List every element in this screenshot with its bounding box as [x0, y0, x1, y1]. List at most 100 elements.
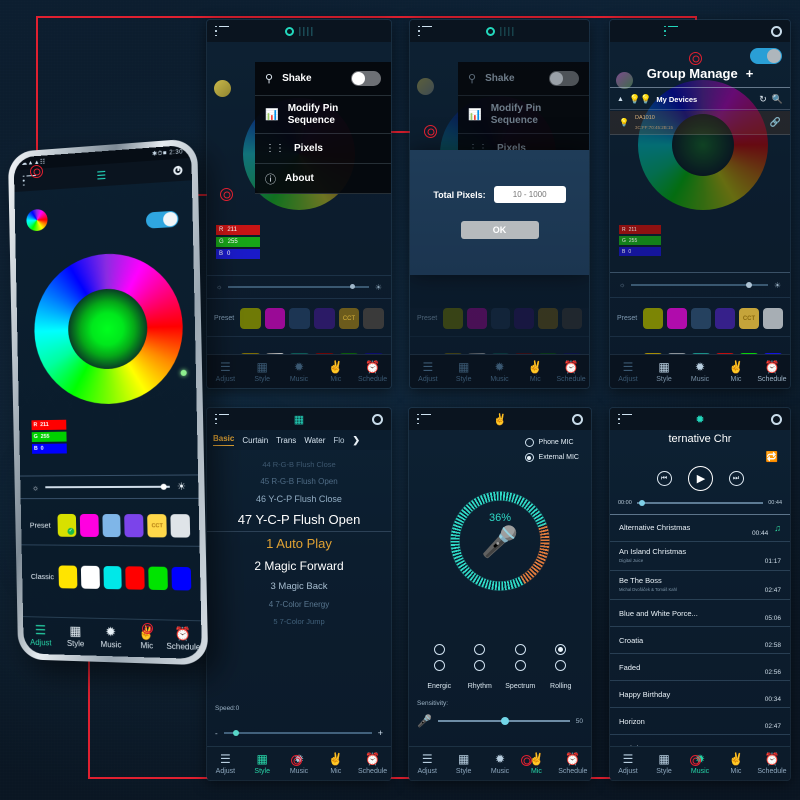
nav-schedule[interactable]: ⏰ Schedule: [754, 753, 790, 775]
track-row[interactable]: Croatia 02:58: [610, 627, 790, 654]
track-row[interactable]: Alternative Christmas 00:44 ♫: [610, 515, 790, 542]
brightness-slider-row[interactable]: ☼ ☀: [207, 275, 391, 299]
nav-adjust[interactable]: ☰ Adjust: [410, 361, 446, 383]
next-button[interactable]: ⏭: [728, 471, 744, 486]
preset-swatch[interactable]: [363, 308, 385, 329]
style-list-item-selected[interactable]: 47 Y-C-P Flush Open: [207, 508, 391, 532]
panel-group-manage[interactable]: Group Manage + ▲ 💡💡 My Devices ↻ 🔍 💡 DA1…: [610, 20, 790, 388]
menu-item-modify-pin-sequence[interactable]: 📊 Modify Pin Sequence: [255, 96, 391, 134]
menu-dropdown[interactable]: ⚲ Shake 📊 Modify Pin Sequence ⋮⋮ Pixels …: [255, 62, 391, 194]
preset-swatch[interactable]: [562, 308, 582, 329]
bottom-nav[interactable]: ☰ Adjust ▦ Style ✹ Music ✌ Mic ⏰ Schedule: [23, 616, 202, 660]
nav-adjust[interactable]: ☰ Adjust: [207, 753, 244, 775]
panel-music[interactable]: ✹ ternative Chr 🔁 ⏮ ▶ ⏭ 00:00 00:44 Alte…: [610, 408, 790, 780]
tab-basic[interactable]: Basic: [213, 434, 235, 446]
preset-swatch[interactable]: [443, 308, 463, 329]
classic-swatch[interactable]: [171, 566, 192, 591]
mic-mode-energic[interactable]: Energic: [419, 644, 460, 693]
preset-swatch-cct[interactable]: CCT: [147, 514, 167, 538]
tab-trans[interactable]: Trans: [276, 436, 296, 445]
track-row[interactable]: Be The Boss Michal Dvořáček & Tomáš Kahl…: [610, 571, 790, 600]
speed-slider-row[interactable]: - +: [215, 728, 383, 738]
nav-mic[interactable]: ✌ Mic: [718, 753, 754, 775]
nav-schedule[interactable]: ⏰ Schedule: [354, 753, 391, 775]
style-list-item[interactable]: 3 Magic Back: [207, 577, 391, 596]
hamburger-icon[interactable]: [417, 413, 431, 425]
tab-water[interactable]: Water: [304, 436, 325, 445]
ok-button[interactable]: OK: [460, 221, 539, 239]
sensitivity-slider-track[interactable]: [437, 717, 570, 725]
radio-icon[interactable]: [555, 660, 567, 671]
sensitivity-slider-row[interactable]: 🎤 50: [417, 714, 583, 728]
nav-mic[interactable]: ✌ Mic: [317, 361, 354, 383]
preset-swatch[interactable]: [264, 308, 286, 329]
nav-mic[interactable]: ✌ Mic: [718, 361, 754, 383]
nav-music[interactable]: ✹ Music: [482, 361, 518, 383]
nav-style[interactable]: ▦ Style: [646, 753, 682, 775]
preset-swatch[interactable]: [79, 513, 99, 537]
style-list-item-highlight[interactable]: 1 Auto Play: [207, 532, 391, 555]
nav-adjust[interactable]: ☰ Adjust: [207, 361, 244, 383]
play-button[interactable]: ▶: [687, 466, 713, 491]
gear-icon[interactable]: [372, 413, 383, 425]
speed-slider-thumb[interactable]: [232, 729, 239, 736]
preset-swatch[interactable]: [314, 308, 335, 329]
classic-swatch[interactable]: [80, 565, 100, 589]
wheel-handle[interactable]: [180, 369, 187, 377]
preset-swatch[interactable]: [691, 308, 711, 329]
nav-adjust[interactable]: ☰ Adjust: [409, 753, 445, 775]
radio-icon[interactable]: [514, 660, 526, 671]
preset-swatch[interactable]: [466, 308, 487, 329]
brightness-slider-row[interactable]: ☼ ☀: [20, 474, 199, 500]
mic-mode-spectrum[interactable]: Spectrum: [500, 644, 541, 693]
nav-schedule[interactable]: ⏰ Schedule: [354, 361, 391, 383]
nav-schedule[interactable]: ⏰ Schedule: [165, 626, 202, 652]
bottom-nav[interactable]: ☰ Adjust ▦ Style ✹ Music ✌ Mic ⏰ Schedule: [409, 746, 591, 780]
style-list-item[interactable]: 4 7-Color Energy: [207, 596, 391, 613]
mic-mode-rolling[interactable]: Rolling: [541, 644, 582, 693]
power-toggle[interactable]: [145, 210, 179, 229]
preset-swatch[interactable]: [102, 514, 122, 538]
nav-style[interactable]: ▦ Style: [446, 361, 482, 383]
track-row[interactable]: Blue and White Porce... 05:06: [610, 600, 790, 627]
preset-swatch[interactable]: [514, 308, 535, 329]
phone-screen[interactable]: ☁▲▲☷ ✱⏱■ 2:30 ☰ R 211 G 255 B0 ☼ ☀ Prese…: [13, 144, 202, 660]
nav-style[interactable]: ▦ Style: [646, 361, 682, 383]
color-preview-dot[interactable]: [214, 80, 231, 97]
radio-icon-selected[interactable]: [524, 453, 534, 462]
preset-swatch[interactable]: [715, 308, 735, 329]
radio-icon[interactable]: [524, 438, 534, 447]
chevron-right-icon[interactable]: ❯: [352, 435, 360, 446]
sensitivity-slider-thumb[interactable]: [501, 717, 510, 725]
refresh-icon[interactable]: ↻: [759, 94, 767, 105]
preset-swatch[interactable]: [667, 308, 687, 329]
radio-icon[interactable]: [433, 644, 445, 655]
prev-button[interactable]: ⏮: [656, 471, 672, 486]
nav-style[interactable]: ▦ Style: [244, 753, 281, 775]
menu-item-shake[interactable]: ⚲ Shake: [255, 62, 391, 96]
add-group-button[interactable]: +: [746, 66, 754, 81]
mic-source-external[interactable]: External MIC: [524, 453, 579, 462]
track-list[interactable]: Alternative Christmas 00:44 ♫ An Island …: [610, 514, 790, 746]
speed-minus-button[interactable]: -: [215, 729, 218, 738]
preset-swatch[interactable]: [170, 514, 191, 538]
nav-style[interactable]: ▦ Style: [244, 361, 281, 383]
power-icon[interactable]: [173, 165, 183, 175]
track-row[interactable]: Horizon 02:47: [610, 708, 790, 735]
total-pixels-input[interactable]: [493, 186, 566, 203]
panel-style[interactable]: ▦ Basic Curtain Trans Water Flo ❯ 44 R-G…: [207, 408, 391, 780]
nav-schedule[interactable]: ⏰ Schedule: [754, 361, 790, 383]
nav-adjust[interactable]: ☰ Adjust: [23, 622, 58, 648]
classic-swatch[interactable]: [148, 566, 169, 590]
hamburger-icon[interactable]: [215, 25, 229, 37]
style-tabs[interactable]: Basic Curtain Trans Water Flo ❯: [207, 430, 391, 450]
nav-mic[interactable]: ✌ Mic: [517, 361, 553, 383]
panel-mic[interactable]: ✌ Phone MIC External MIC 36% 🎤 Energic R…: [409, 408, 591, 780]
radio-icon-selected[interactable]: [555, 644, 567, 655]
total-pixels-dialog[interactable]: Total Pixels: OK: [410, 150, 589, 275]
menu-item-pixels[interactable]: ⋮⋮ Pixels: [255, 134, 391, 164]
preset-swatch[interactable]: [289, 308, 311, 329]
preset-swatch[interactable]: [124, 514, 144, 538]
preset-swatch[interactable]: [490, 308, 511, 329]
preset-row[interactable]: Preset ✓ CCT: [20, 506, 200, 547]
